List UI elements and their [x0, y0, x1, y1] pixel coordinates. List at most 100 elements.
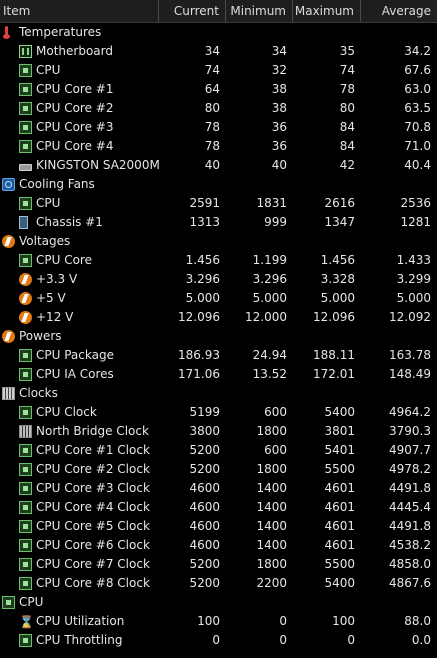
current-value: 80: [204, 101, 220, 115]
minimum-value: 3.296: [252, 272, 287, 286]
sensor-row[interactable]: CPU Core #2 80 38 80 63.5: [0, 99, 437, 118]
minimum-value: 1400: [256, 500, 287, 514]
cpu-chip-icon: [19, 482, 32, 495]
current-value: 186.93: [178, 348, 220, 362]
sensor-name-cell: CPU Core #5 Clock: [0, 517, 159, 536]
sensor-group-row[interactable]: CPU: [0, 593, 437, 612]
sensor-name-cell: CPU: [0, 194, 159, 213]
sensor-group-row[interactable]: Powers: [0, 327, 437, 346]
column-header-maximum[interactable]: Maximum: [293, 0, 361, 22]
cpu-chip-icon: [19, 140, 32, 153]
sensor-name-cell: CPU Throttling: [0, 631, 159, 650]
sensor-row[interactable]: Chassis #1 1313 999 1347 1281: [0, 213, 437, 232]
cpu-chip-icon: [19, 539, 32, 552]
sensor-row[interactable]: CPU 74 32 74 67.6: [0, 61, 437, 80]
sensor-row[interactable]: CPU Core #3 78 36 84 70.8: [0, 118, 437, 137]
voltage-icon: [19, 273, 32, 286]
column-header-current[interactable]: Current: [159, 0, 226, 22]
sensor-group-row[interactable]: Voltages: [0, 232, 437, 251]
sensor-name-cell: CPU: [0, 593, 159, 612]
sensor-row[interactable]: CPU Core #6 Clock 4600 1400 4601 4538.2: [0, 536, 437, 555]
maximum-value: 2616: [324, 196, 355, 210]
sensor-label: CPU: [36, 63, 61, 77]
maximum-value: 5400: [324, 576, 355, 590]
sensor-label: CPU Package: [36, 348, 114, 362]
sensor-row[interactable]: CPU Clock 5199 600 5400 4964.2: [0, 403, 437, 422]
sensor-row[interactable]: KINGSTON SA2000M... 40 40 42 40.4: [0, 156, 437, 175]
sensor-row[interactable]: CPU IA Cores 171.06 13.52 172.01 148.49: [0, 365, 437, 384]
chassis-icon: [19, 216, 28, 229]
current-value: 78: [204, 120, 220, 134]
sensor-label: Voltages: [19, 234, 71, 248]
sensor-group-row[interactable]: Temperatures: [0, 23, 437, 42]
current-value: 34: [204, 44, 220, 58]
sensor-row[interactable]: CPU Core #1 64 38 78 63.0: [0, 80, 437, 99]
maximum-value: 12.096: [313, 310, 355, 324]
maximum-value: [293, 232, 361, 251]
current-value: 100: [197, 614, 220, 628]
sensor-group-row[interactable]: Clocks: [0, 384, 437, 403]
sensor-row[interactable]: +3.3 V 3.296 3.296 3.328 3.299: [0, 270, 437, 289]
minimum-value: 999: [264, 215, 287, 229]
sensor-row[interactable]: CPU Throttling 0 0 0 0.0: [0, 631, 437, 650]
average-value: 5.000: [396, 291, 431, 305]
sensor-name-cell: CPU Clock: [0, 403, 159, 422]
sensor-row[interactable]: CPU Core #4 Clock 4600 1400 4601 4445.4: [0, 498, 437, 517]
current-value: [159, 593, 226, 612]
sensor-row[interactable]: Motherboard 34 34 35 34.2: [0, 42, 437, 61]
sensor-row[interactable]: CPU Core #8 Clock 5200 2200 5400 4867.6: [0, 574, 437, 593]
maximum-value: 4601: [324, 481, 355, 495]
cpu-chip-icon: [19, 102, 32, 115]
current-value: 2591: [189, 196, 220, 210]
sensor-row[interactable]: CPU Utilization 100 0 100 88.0: [0, 612, 437, 631]
maximum-value: 80: [339, 101, 355, 115]
current-value: 5200: [189, 576, 220, 590]
maximum-value: [293, 593, 361, 612]
sensor-name-cell: CPU Package: [0, 346, 159, 365]
voltage-icon: [19, 292, 32, 305]
maximum-value: [293, 327, 361, 346]
column-header-average[interactable]: Average: [361, 0, 437, 22]
sensor-tree: Temperatures Motherboard 34 34 35 34.2 CPU 74 32…: [0, 23, 437, 650]
sensor-row[interactable]: +12 V 12.096 12.000 12.096 12.092: [0, 308, 437, 327]
current-value: 5200: [189, 462, 220, 476]
sensor-name-cell: CPU: [0, 61, 159, 80]
sensor-row[interactable]: CPU Core #1 Clock 5200 600 5401 4907.7: [0, 441, 437, 460]
maximum-value: 100: [332, 614, 355, 628]
sensor-group-row[interactable]: Cooling Fans: [0, 175, 437, 194]
average-value: 34.2: [404, 44, 431, 58]
column-header: Item Current Minimum Maximum Average: [0, 0, 437, 23]
sensor-name-cell: Voltages: [0, 232, 159, 251]
sensor-row[interactable]: CPU Core 1.456 1.199 1.456 1.433: [0, 251, 437, 270]
sensor-name-cell: CPU Core #1 Clock: [0, 441, 159, 460]
sensor-label: +5 V: [36, 291, 66, 305]
sensor-row[interactable]: CPU Package 186.93 24.94 188.11 163.78: [0, 346, 437, 365]
column-header-item[interactable]: Item: [0, 0, 159, 22]
sensor-name-cell: CPU Core: [0, 251, 159, 270]
sensor-row[interactable]: CPU Core #5 Clock 4600 1400 4601 4491.8: [0, 517, 437, 536]
column-header-minimum[interactable]: Minimum: [226, 0, 293, 22]
sensor-row[interactable]: CPU Core #4 78 36 84 71.0: [0, 137, 437, 156]
sensor-row[interactable]: CPU 2591 1831 2616 2536: [0, 194, 437, 213]
minimum-value: 1800: [256, 424, 287, 438]
sensor-name-cell: +3.3 V: [0, 270, 159, 289]
sensor-label: CPU Core #4: [36, 139, 114, 153]
sensor-row[interactable]: +5 V 5.000 5.000 5.000 5.000: [0, 289, 437, 308]
sensor-label: Powers: [19, 329, 62, 343]
sensor-label: CPU: [36, 196, 61, 210]
sensor-row[interactable]: CPU Core #2 Clock 5200 1800 5500 4978.2: [0, 460, 437, 479]
sensor-row[interactable]: CPU Core #7 Clock 5200 1800 5500 4858.0: [0, 555, 437, 574]
minimum-value: 0: [279, 614, 287, 628]
sensor-label: CPU Core #2 Clock: [36, 462, 150, 476]
maximum-value: 172.01: [313, 367, 355, 381]
sensor-name-cell: +12 V: [0, 308, 159, 327]
minimum-value: 1400: [256, 538, 287, 552]
sensor-name-cell: CPU Core #6 Clock: [0, 536, 159, 555]
current-value: 74: [204, 63, 220, 77]
average-value: 3.299: [396, 272, 431, 286]
sensor-row[interactable]: CPU Core #3 Clock 4600 1400 4601 4491.8: [0, 479, 437, 498]
sensor-row[interactable]: North Bridge Clock 3800 1800 3801 3790.3: [0, 422, 437, 441]
current-value: 78: [204, 139, 220, 153]
cpu-chip-icon: [19, 254, 32, 267]
maximum-value: [293, 384, 361, 403]
